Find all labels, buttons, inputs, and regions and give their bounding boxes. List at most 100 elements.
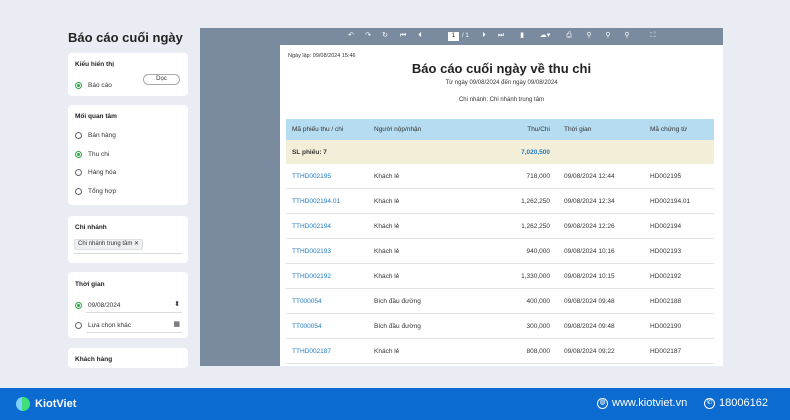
customer-title: Khách hàng bbox=[75, 356, 113, 363]
last-page-icon[interactable]: ⏭ bbox=[496, 31, 506, 41]
col-header-code: Mã phiếu thu / chi bbox=[292, 126, 344, 133]
refresh-icon[interactable]: ↻ bbox=[380, 31, 390, 41]
table-row: TTHD002187 Khách lẻ 808,000 09/08/2024 09:2… bbox=[286, 339, 714, 364]
cloud-export-icon[interactable]: ☁▾ bbox=[537, 31, 553, 41]
fullscreen-icon[interactable]: ⛶ bbox=[648, 31, 658, 41]
row-code[interactable]: TTHD002194 bbox=[292, 214, 331, 238]
col-header-time: Thời gian bbox=[564, 126, 592, 133]
col-header-person: Người nộp/nhận bbox=[374, 126, 422, 133]
summary-count: SL phiếu: 7 bbox=[292, 148, 327, 156]
row-doc: HD002194.01 bbox=[650, 197, 691, 205]
row-person: Khách lẻ bbox=[374, 247, 400, 255]
time-custom-label: Lựa chọn khác bbox=[88, 321, 132, 329]
zoom-icon[interactable]: ⚲ bbox=[584, 31, 594, 41]
row-time: 09/08/2024 10:15 bbox=[564, 272, 615, 280]
row-code[interactable]: TTHD002193 bbox=[292, 239, 331, 263]
row-doc: HD002188 bbox=[650, 297, 682, 305]
row-time: 09/08/2024 12:34 bbox=[564, 197, 615, 205]
page-total: / 1 bbox=[462, 33, 469, 39]
sort-arrows-icon[interactable]: ⬍ bbox=[174, 300, 180, 308]
row-time: 09/08/2024 12:44 bbox=[564, 172, 615, 180]
report-timestamp: Ngày lập: 09/08/2024 15:46 bbox=[288, 53, 356, 59]
row-person: Bích đầu đường bbox=[374, 322, 421, 330]
footer-website-label: www.kiotviet.vn bbox=[612, 397, 688, 409]
table-row: TTHD002194 Khách lẻ 1,262,250 09/08/2024 12… bbox=[286, 214, 714, 239]
report-page: Báo cáo cuối ngày Kiểu hiển thị Báo cáo … bbox=[0, 0, 790, 388]
summary-total[interactable]: 7,020,500 bbox=[480, 140, 550, 164]
undo-icon[interactable]: ↶ bbox=[346, 31, 356, 41]
row-amount: 1,330,000 bbox=[521, 272, 550, 280]
branch-chip[interactable]: Chi nhánh trung tâm ✕ bbox=[74, 239, 144, 250]
time-card: Thời gian 09/08/2024 ⬍ Lựa chọn khác ▦ bbox=[68, 272, 188, 338]
report-date-range: Từ ngày 09/08/2024 đến ngày 09/08/2024 bbox=[445, 80, 558, 86]
close-icon[interactable]: ✕ bbox=[134, 241, 139, 247]
report-viewer: ↶ ↷ ↻ ⏮ ⏴ 1 / 1 ⏵ ⏭ ▮ ☁▾ ⎙ ⚲ ⚲ ⚲ ⛶ Ngày … bbox=[200, 28, 723, 366]
kiotviet-logo: KiotViet bbox=[16, 397, 76, 411]
branch-title: Chi nhánh bbox=[75, 224, 107, 231]
time-custom-line bbox=[86, 332, 182, 333]
time-date-option[interactable]: 09/08/2024 bbox=[75, 300, 121, 310]
print-icon[interactable]: ⎙ bbox=[564, 31, 574, 41]
row-code[interactable]: TTHD002192 bbox=[292, 264, 331, 288]
kiotviet-logo-icon bbox=[16, 397, 31, 411]
row-time: 09/08/2024 09:48 bbox=[564, 297, 615, 305]
time-custom-option[interactable]: Lựa chọn khác bbox=[75, 320, 131, 330]
globe-icon: ◍ bbox=[597, 397, 608, 409]
concern-option-label: Bán hàng bbox=[88, 131, 116, 139]
row-code[interactable]: TTHD002187 bbox=[292, 339, 331, 363]
concern-card: Mối quan tâm Bán hàng Thu chi Hàng hóa T… bbox=[68, 105, 188, 205]
col-header-amount: Thu/Chi bbox=[527, 126, 550, 133]
row-amount: 300,000 bbox=[526, 322, 551, 330]
col-header-doc: Mã chứng từ bbox=[650, 126, 688, 133]
concern-option-cashflow[interactable]: Thu chi bbox=[75, 149, 109, 159]
row-code[interactable]: TTHD002195 bbox=[292, 164, 331, 188]
page-number-input[interactable]: 1 bbox=[448, 32, 459, 41]
row-doc: HD002192 bbox=[650, 272, 682, 280]
display-type-title: Kiểu hiển thị bbox=[75, 61, 114, 68]
phone-icon: ✆ bbox=[704, 397, 715, 409]
row-amount: 1,262,250 bbox=[521, 197, 550, 205]
footer-phone[interactable]: ✆ 18006162 bbox=[704, 397, 768, 409]
footer-website[interactable]: ◍ www.kiotviet.vn bbox=[597, 397, 687, 409]
row-person: Khách lẻ bbox=[374, 347, 400, 355]
row-code[interactable]: TTHD002194.01 bbox=[292, 189, 340, 213]
concern-option-goods[interactable]: Hàng hóa bbox=[75, 167, 116, 177]
radio-selected-icon bbox=[75, 301, 82, 309]
concern-option-sales[interactable]: Bán hàng bbox=[75, 130, 116, 140]
display-type-report-label: Báo cáo bbox=[88, 81, 112, 89]
display-type-report-option[interactable]: Báo cáo bbox=[75, 80, 112, 90]
row-code[interactable]: TT000054 bbox=[292, 314, 322, 338]
radio-selected-icon bbox=[75, 150, 82, 158]
summary-row: SL phiếu: 7 7,020,500 bbox=[286, 140, 714, 164]
radio-selected-icon bbox=[75, 81, 82, 89]
table-row: TT000054 Bích đầu đường 400,000 09/08/2024 … bbox=[286, 289, 714, 314]
report-branch: Chi nhánh: Chi nhánh trung tâm bbox=[458, 97, 545, 103]
calendar-icon[interactable]: ▦ bbox=[173, 320, 180, 328]
branch-input-line bbox=[74, 253, 182, 254]
row-time: 09/08/2024 10:16 bbox=[564, 247, 615, 255]
row-doc: HD002187 bbox=[650, 347, 682, 355]
document-icon[interactable]: ▮ bbox=[517, 31, 527, 41]
concern-option-label: Tổng hợp bbox=[88, 187, 117, 195]
branch-chip-label: Chi nhánh trung tâm bbox=[78, 241, 133, 247]
concern-title: Mối quan tâm bbox=[75, 113, 117, 120]
row-doc: HD002190 bbox=[650, 322, 682, 330]
orientation-toggle-button[interactable]: Dọc bbox=[143, 74, 180, 85]
first-page-icon[interactable]: ⏮ bbox=[398, 31, 408, 41]
redo-icon[interactable]: ↷ bbox=[363, 31, 373, 41]
next-page-icon[interactable]: ⏵ bbox=[479, 31, 489, 41]
table-row: TT000054 Bích đầu đường 300,000 09/08/2024 … bbox=[286, 314, 714, 339]
row-code[interactable]: TT000054 bbox=[292, 289, 322, 313]
table-header: Mã phiếu thu / chi Người nộp/nhận Thu/Ch… bbox=[286, 119, 714, 140]
footer-brand: KiotViet bbox=[35, 398, 77, 410]
zoom-out-icon[interactable]: ⚲ bbox=[622, 31, 632, 41]
zoom-in-icon[interactable]: ⚲ bbox=[603, 31, 613, 41]
customer-card: Khách hàng bbox=[68, 348, 188, 368]
prev-page-icon[interactable]: ⏴ bbox=[415, 31, 425, 41]
concern-option-summary[interactable]: Tổng hợp bbox=[75, 186, 116, 196]
row-doc: HD002193 bbox=[650, 247, 682, 255]
viewer-toolbar: ↶ ↷ ↻ ⏮ ⏴ 1 / 1 ⏵ ⏭ ▮ ☁▾ ⎙ ⚲ ⚲ ⚲ ⛶ bbox=[200, 28, 723, 45]
concern-option-label: Hàng hóa bbox=[88, 168, 117, 176]
concern-option-label: Thu chi bbox=[88, 150, 110, 158]
row-person: Khách lẻ bbox=[374, 272, 400, 280]
